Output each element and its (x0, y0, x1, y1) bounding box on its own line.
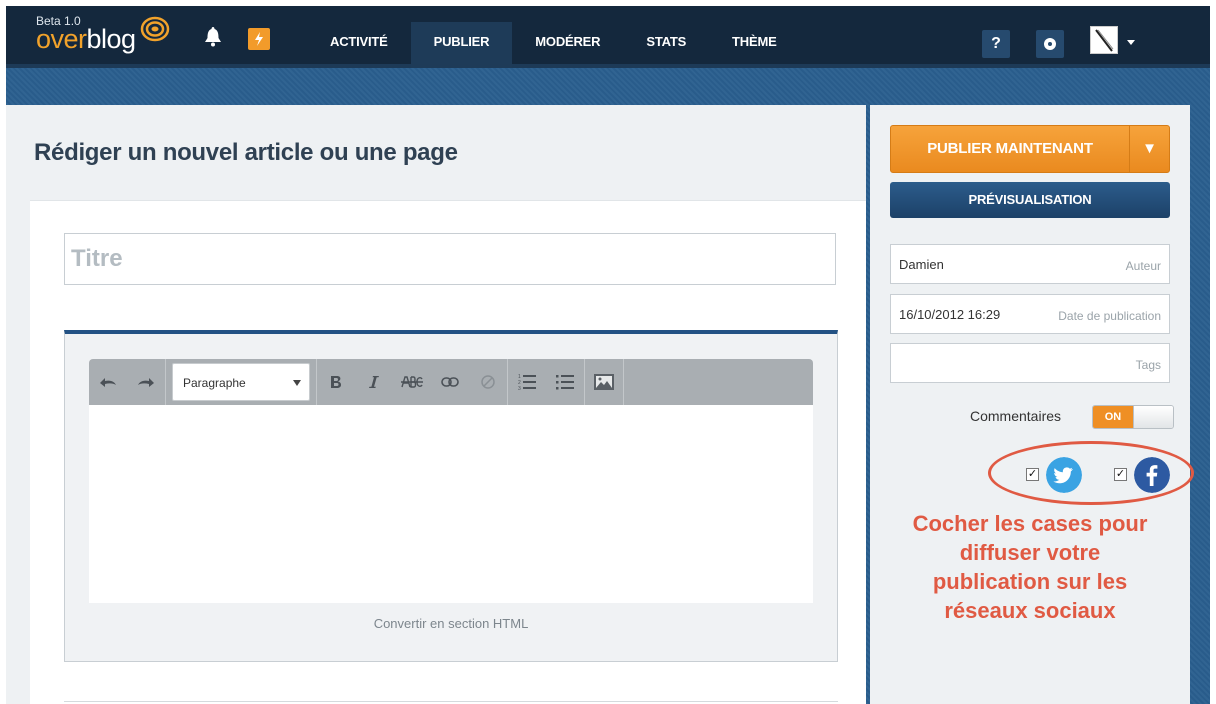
date-value: 16/10/2012 16:29 (899, 307, 1001, 322)
nav-item-activite[interactable]: ACTIVITÉ (308, 22, 411, 68)
comments-label: Commentaires (970, 408, 1062, 424)
comments-toggle[interactable]: ON (1092, 405, 1174, 429)
nav-item-publier[interactable]: PUBLIER (410, 22, 513, 68)
publish-button-group: PUBLIER MAINTENANT ▼ (890, 125, 1170, 173)
bolt-icon[interactable] (248, 28, 270, 50)
unlink-icon (481, 375, 495, 389)
list-group: 1 2 3 (508, 359, 585, 405)
settings-button[interactable] (1036, 30, 1064, 58)
app-window: Beta 1.0 overblog ACTIVITÉ PUBLIER MODÉR… (6, 6, 1210, 704)
editor-card: Paragraphe (30, 200, 866, 704)
history-group (89, 359, 166, 405)
editor-panel: Rédiger un nouvel article ou une page Ti… (6, 105, 866, 704)
top-navigation-bar: Beta 1.0 overblog ACTIVITÉ PUBLIER MODÉR… (6, 6, 1210, 68)
annotation-text: Cocher les cases pour diffuser votre pub… (870, 509, 1190, 625)
annotation-line-4: réseaux sociaux (944, 598, 1116, 623)
link-icon (441, 377, 459, 387)
publish-sidebar: PUBLIER MAINTENANT ▼ PRÉVISUALISATION Da… (870, 105, 1194, 704)
publication-date-field[interactable]: 16/10/2012 16:29 Date de publication (890, 294, 1170, 334)
tags-label: Tags (1135, 358, 1161, 372)
bold-button[interactable] (317, 359, 355, 405)
chevron-down-icon[interactable] (1127, 40, 1135, 45)
unordered-list-button[interactable] (546, 359, 584, 405)
date-label: Date de publication (1058, 309, 1161, 323)
nav-item-stats[interactable]: STATS (623, 22, 709, 68)
nav-item-theme[interactable]: THÈME (709, 22, 800, 68)
undo-icon (100, 378, 116, 387)
paragraph-format-select[interactable]: Paragraphe (172, 363, 310, 401)
link-button[interactable] (431, 359, 469, 405)
title-input[interactable] (64, 233, 836, 285)
toggle-knob (1133, 406, 1173, 428)
preview-button[interactable]: PRÉVISUALISATION (890, 182, 1170, 218)
author-value: Damien (899, 257, 944, 272)
ordered-list-button[interactable]: 1 2 3 (508, 359, 546, 405)
tags-field[interactable]: Tags (890, 343, 1170, 383)
publish-now-button[interactable]: PUBLIER MAINTENANT (891, 126, 1129, 172)
page-title: Rédiger un nouvel article ou une page (34, 139, 458, 166)
ordered-list-icon: 1 2 3 (518, 374, 536, 391)
rich-text-section: Paragraphe 1 2 3 Convertir en section HT… (64, 330, 838, 662)
logo-wordmark: overblog (36, 24, 136, 55)
annotation-line-1: Cocher les cases pour (912, 511, 1148, 536)
nav-item-moderer[interactable]: MODÉRER (512, 22, 623, 68)
help-button[interactable]: ? (982, 30, 1010, 58)
bold-icon (331, 376, 341, 388)
content-editable-area[interactable] (89, 405, 813, 603)
dropdown-triangle-icon: ▼ (1142, 140, 1157, 157)
publish-options-button[interactable]: ▼ (1129, 126, 1169, 172)
author-label: Auteur (1125, 259, 1161, 273)
annotation-line-3: publication sur les (932, 569, 1128, 594)
image-icon (594, 374, 614, 390)
italic-icon (369, 376, 379, 388)
format-group: Paragraphe (166, 359, 317, 405)
unordered-list-icon (556, 375, 574, 390)
style-group (317, 359, 508, 405)
logo-over: over (36, 24, 87, 54)
insert-image-button[interactable] (585, 359, 623, 405)
toggle-on-label: ON (1093, 406, 1133, 428)
gear-icon (1044, 38, 1056, 50)
main-nav: ACTIVITÉ PUBLIER MODÉRER STATS THÈME (308, 22, 800, 68)
annotation-line-2: diffuser votre (959, 540, 1101, 565)
strikethrough-button[interactable] (393, 359, 431, 405)
editor-toolbar: Paragraphe 1 2 3 (89, 359, 813, 405)
select-arrow-icon (293, 380, 301, 386)
convert-html-link[interactable]: Convertir en section HTML (65, 616, 837, 631)
redo-button[interactable] (127, 359, 165, 405)
logo-blog: blog (86, 24, 137, 54)
annotation-ellipse (988, 441, 1194, 505)
undo-button[interactable] (89, 359, 127, 405)
avatar[interactable] (1090, 26, 1118, 54)
logo-swirl-icon (140, 16, 170, 42)
avatar-image (1095, 29, 1114, 52)
unlink-button[interactable] (469, 359, 507, 405)
svg-text:3: 3 (518, 386, 521, 391)
media-group (585, 359, 624, 405)
format-select-value: Paragraphe (183, 376, 246, 390)
redo-icon (138, 378, 154, 387)
italic-button[interactable] (355, 359, 393, 405)
strikethrough-icon (401, 376, 423, 388)
bolt-glyph-icon (255, 32, 263, 46)
author-field[interactable]: Damien Auteur (890, 244, 1170, 284)
bell-icon[interactable] (203, 26, 223, 48)
